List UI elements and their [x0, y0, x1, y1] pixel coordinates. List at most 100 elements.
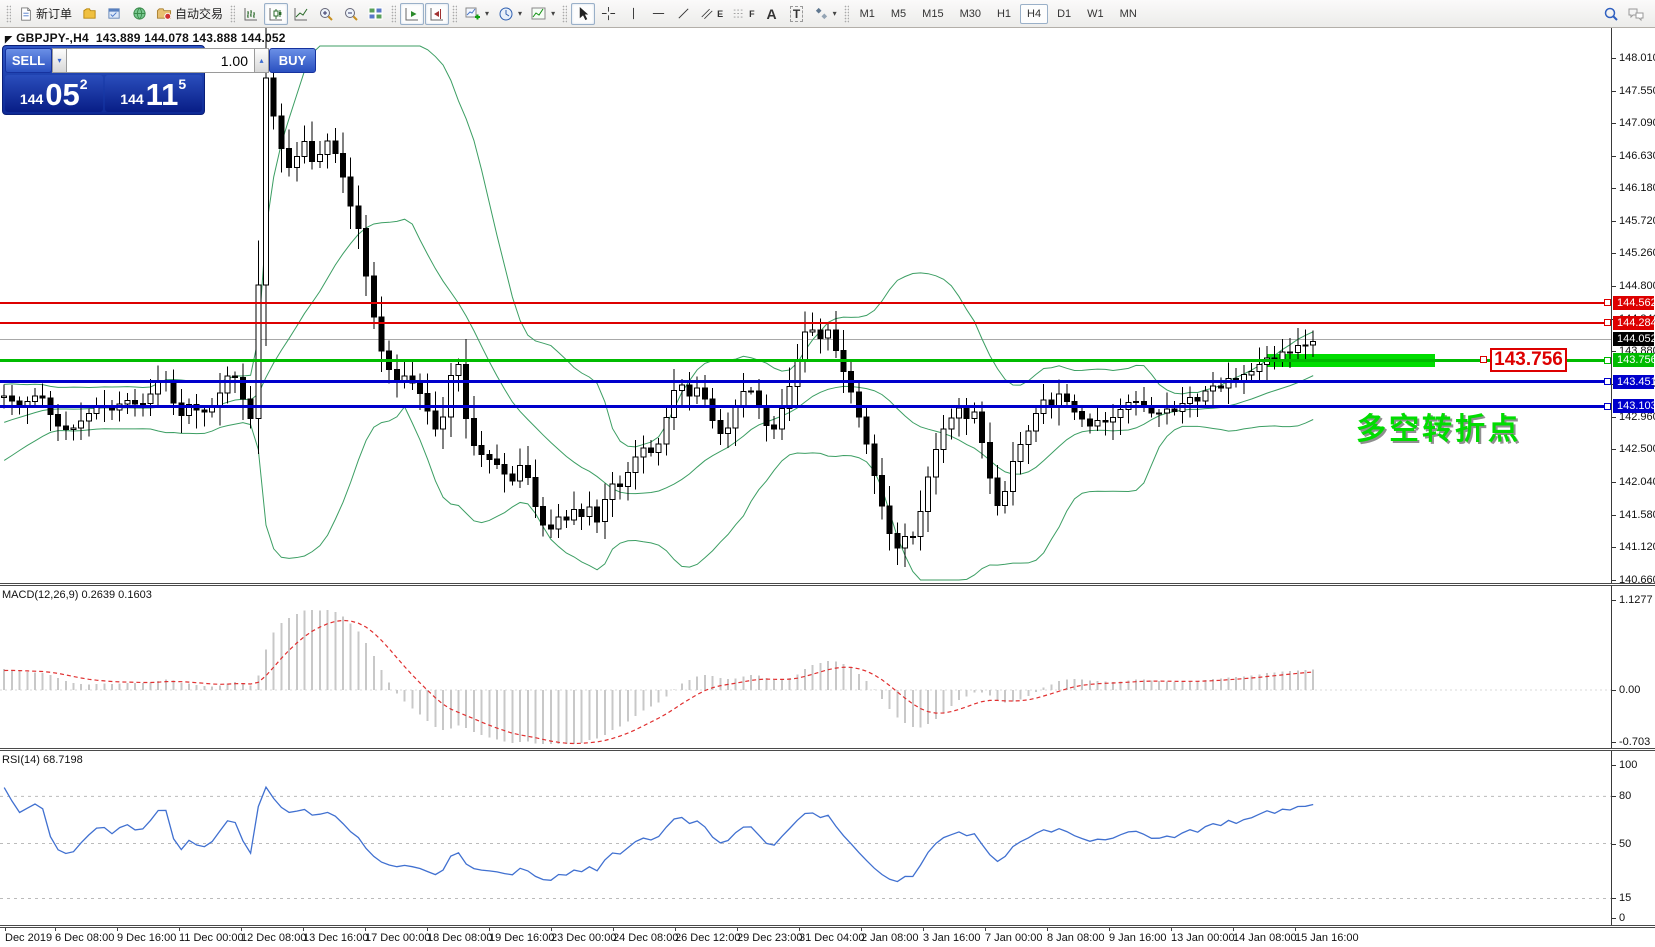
timeframe-m15[interactable]: M15 — [915, 4, 950, 24]
time-tick-mark — [179, 928, 180, 931]
volume-decrease-button[interactable]: ▾ — [52, 48, 67, 73]
time-label: 8 Jan 08:00 — [1047, 932, 1105, 944]
chat-icon[interactable] — [1627, 6, 1645, 22]
metaeditor-button[interactable] — [102, 3, 126, 25]
horizontal-line-tool-button[interactable] — [646, 3, 670, 25]
level-anchor-support-lower[interactable] — [1604, 403, 1611, 410]
level-anchor-pivot-green[interactable] — [1604, 357, 1611, 364]
timeframe-h1[interactable]: H1 — [990, 4, 1018, 24]
price-tick-label: 142.040 — [1619, 476, 1655, 488]
ask-price-display[interactable]: 144115 — [105, 75, 203, 112]
level-line-support-upper[interactable] — [0, 380, 1611, 383]
timeframe-m30[interactable]: M30 — [953, 4, 988, 24]
arrows-tool-button[interactable]: ▾ — [810, 3, 841, 25]
timeframe-h4[interactable]: H4 — [1020, 4, 1048, 24]
indicators-button[interactable]: ▾ — [527, 3, 559, 25]
level-line-pivot-green[interactable] — [0, 359, 1611, 362]
new-chart-button[interactable]: ▾ — [461, 3, 493, 25]
callout-anchor-handle[interactable] — [1480, 356, 1487, 363]
rsi-pane[interactable]: RSI(14) 68.7198 1008050150 — [0, 751, 1655, 925]
price-tick-mark — [1612, 58, 1616, 59]
collapse-triangle-icon[interactable]: ◤ — [5, 34, 12, 44]
search-icon[interactable] — [1603, 6, 1619, 22]
level-anchor-resistance-lower[interactable] — [1604, 319, 1611, 326]
vertical-line-tool-button[interactable] — [621, 3, 645, 25]
level-line-resistance-upper[interactable] — [0, 302, 1611, 304]
time-axis[interactable]: Dec 20196 Dec 08:009 Dec 16:0011 Dec 00:… — [0, 928, 1655, 947]
ohlc-values: 143.889 144.078 143.888 144.052 — [96, 31, 286, 45]
zoom-in-button[interactable] — [314, 3, 338, 25]
text-tool-button[interactable]: A — [760, 3, 784, 25]
tile-windows-icon — [368, 6, 384, 22]
trendline-tool-button[interactable] — [671, 3, 695, 25]
rsi-tick-mark — [1612, 796, 1616, 797]
options-button[interactable] — [127, 3, 151, 25]
zoom-out-icon — [343, 6, 359, 22]
macd-tick-label: -0.703 — [1619, 736, 1650, 748]
current-price-axis-label: 144.052 — [1613, 332, 1654, 346]
channel-tool-button[interactable]: E — [696, 3, 727, 25]
price-chart-pane[interactable]: ◤GBPJPY-,H4 143.889 144.078 143.888 144.… — [0, 28, 1655, 583]
auto-scroll-button[interactable] — [400, 3, 424, 25]
chart-shift-button[interactable] — [425, 3, 449, 25]
rsi-axis[interactable]: 1008050150 — [1611, 751, 1655, 925]
fibonacci-tool-button[interactable]: F — [728, 3, 759, 25]
fibonacci-letter: F — [749, 9, 755, 19]
time-label: 31 Dec 04:00 — [799, 932, 864, 944]
level-anchor-support-upper[interactable] — [1604, 378, 1611, 385]
timeframe-d1[interactable]: D1 — [1050, 4, 1078, 24]
timeframe-m5[interactable]: M5 — [884, 4, 913, 24]
level-axis-label-resistance-lower: 144.284 — [1613, 316, 1654, 330]
time-label: 9 Dec 16:00 — [117, 932, 176, 944]
timeframe-m1[interactable]: M1 — [853, 4, 882, 24]
timeframe-mn[interactable]: MN — [1113, 4, 1144, 24]
time-tick-mark — [5, 928, 6, 931]
cursor-button[interactable] — [571, 3, 595, 25]
toolbar-drag-handle[interactable] — [6, 5, 11, 23]
bar-chart-icon — [243, 6, 259, 22]
toolbar-drag-handle[interactable] — [562, 5, 567, 23]
macd-axis[interactable]: 1.12770.00-0.703 — [1611, 586, 1655, 748]
price-tick-label: 144.800 — [1619, 280, 1655, 292]
profiles-button[interactable] — [77, 3, 101, 25]
toolbar-drag-handle[interactable] — [844, 5, 849, 23]
ask-prefix: 144 — [120, 91, 143, 107]
time-tick-mark — [303, 928, 304, 931]
volume-increase-button[interactable]: ▴ — [254, 48, 269, 73]
label-tool-button[interactable]: T — [785, 3, 809, 25]
bid-price-display[interactable]: 144052 — [5, 75, 103, 112]
time-label: 23 Dec 00:00 — [551, 932, 616, 944]
level-callout-box[interactable]: 143.756 — [1490, 348, 1567, 372]
rsi-tick-mark — [1612, 765, 1616, 766]
zoom-out-button[interactable] — [339, 3, 363, 25]
toolbar-drag-handle[interactable] — [391, 5, 396, 23]
time-tick-mark — [675, 928, 676, 931]
price-axis[interactable]: 148.010147.550147.090146.630146.180145.7… — [1611, 28, 1655, 583]
rsi-label: RSI(14) 68.7198 — [2, 754, 83, 766]
price-tick-label: 140.660 — [1619, 574, 1655, 583]
candlestick-button[interactable] — [264, 3, 288, 25]
bid-prefix: 144 — [20, 91, 43, 107]
toolbar-drag-handle[interactable] — [230, 5, 235, 23]
line-chart-button[interactable] — [289, 3, 313, 25]
price-tick-label: 147.550 — [1619, 85, 1655, 97]
periods-button[interactable]: ▾ — [494, 3, 526, 25]
crosshair-button[interactable] — [596, 3, 620, 25]
sell-button[interactable]: SELL — [5, 48, 52, 73]
bar-chart-button[interactable] — [239, 3, 263, 25]
level-anchor-resistance-upper[interactable] — [1604, 299, 1611, 306]
level-line-resistance-lower[interactable] — [0, 322, 1611, 324]
tile-windows-button[interactable] — [364, 3, 388, 25]
autotrading-button[interactable]: 自动交易 — [152, 3, 227, 25]
macd-pane[interactable]: MACD(12,26,9) 0.2639 0.1603 1.12770.00-0… — [0, 586, 1655, 748]
timeframe-w1[interactable]: W1 — [1080, 4, 1111, 24]
buy-button[interactable]: BUY — [269, 48, 316, 73]
trendline-icon — [676, 6, 691, 21]
toolbar-drag-handle[interactable] — [452, 5, 457, 23]
globe-icon — [132, 6, 147, 21]
new-order-button[interactable]: 新订单 — [15, 3, 76, 25]
trend-note-text[interactable]: 多空转折点 — [1356, 404, 1521, 448]
rsi-value: 68.7198 — [43, 754, 83, 766]
volume-input[interactable] — [67, 48, 254, 73]
terminal-window: 新订单 自动交易 — [0, 0, 1655, 947]
